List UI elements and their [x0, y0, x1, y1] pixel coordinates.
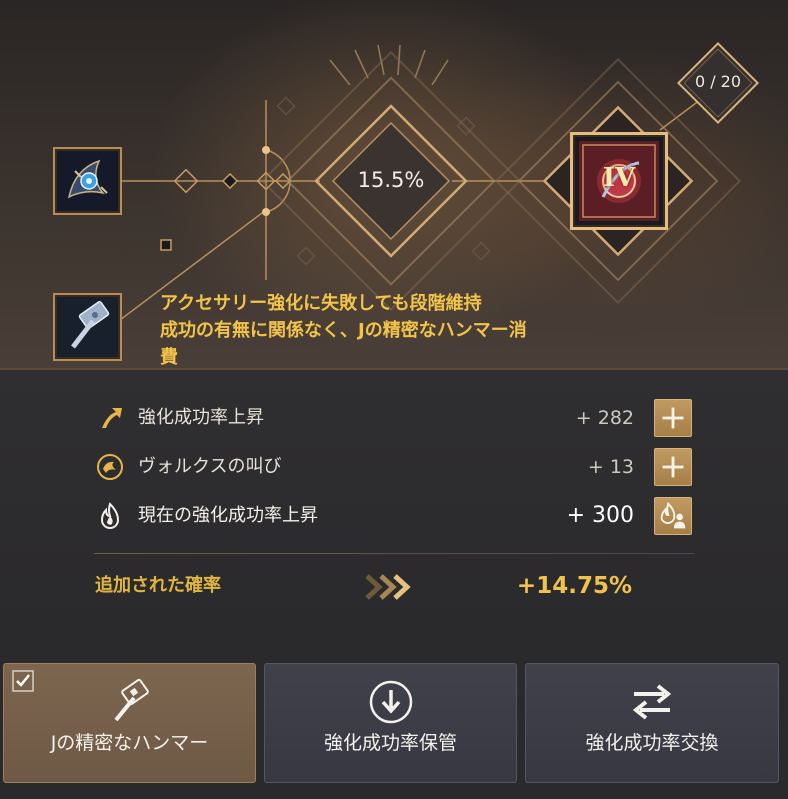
grade-badge: IV — [602, 163, 636, 193]
accessory-slot[interactable] — [53, 147, 122, 215]
hammer-item-icon — [57, 297, 118, 357]
rate-row-value: + 13 — [587, 456, 634, 478]
description-line: 成功の有無に関係なく、Jの精密なハンマー消 — [160, 320, 527, 341]
accessory-icon — [57, 151, 118, 211]
download-circle-icon — [369, 680, 412, 724]
attempt-counter: 0 / 20 — [694, 72, 742, 91]
button-label: Jの精密なハンマー — [50, 732, 209, 754]
rate-row-vorcus: ヴォルクスの叫び + 13 — [96, 447, 696, 487]
store-rate-button[interactable]: 強化成功率保管 — [264, 663, 517, 783]
rate-row-label: ヴォルクスの叫び — [138, 456, 282, 477]
checkbox-checked-icon[interactable] — [12, 670, 34, 692]
section-divider — [94, 553, 694, 554]
chevrons-icon — [365, 574, 411, 600]
plus-icon — [662, 407, 684, 429]
rate-row-enhance: 強化成功率上昇 + 282 — [96, 398, 696, 438]
result-item-slot[interactable]: IV — [570, 132, 668, 230]
rate-row-value: + 300 — [566, 503, 634, 528]
current-rate-button[interactable] — [654, 497, 692, 535]
add-vorcus-rate-button[interactable] — [654, 448, 692, 486]
success-rate-value: 15.5% — [357, 168, 425, 192]
hammer-slot[interactable] — [53, 293, 122, 361]
rate-row-value: + 282 — [575, 407, 634, 429]
rate-row-current: 現在の強化成功率上昇 + 300 — [96, 496, 696, 536]
flame-icon — [100, 502, 120, 529]
description-line: 費 — [160, 347, 178, 368]
precision-hammer-button[interactable]: Jの精密なハンマー — [3, 663, 256, 783]
exchange-rate-button[interactable]: 強化成功率交換 — [525, 663, 779, 783]
rate-row-label: 強化成功率上昇 — [138, 407, 264, 428]
hammer-icon — [113, 678, 149, 722]
button-label: 強化成功率保管 — [323, 732, 457, 754]
swap-arrows-icon — [632, 684, 672, 720]
rate-row-label: 現在の強化成功率上昇 — [138, 505, 318, 526]
added-rate-value: +14.75% — [516, 573, 632, 599]
button-label: 強化成功率交換 — [585, 732, 719, 754]
arrow-up-icon — [102, 408, 122, 428]
vorcus-emblem-icon — [97, 454, 123, 480]
added-rate-label: 追加された確率 — [95, 575, 221, 596]
item-description: アクセサリー強化に失敗しても段階維持 成功の有無に関係なく、Jの精密なハンマー消… — [160, 290, 630, 371]
flame-people-icon — [660, 501, 686, 529]
add-enhance-rate-button[interactable] — [654, 399, 692, 437]
plus-icon — [662, 456, 684, 478]
description-line: アクセサリー強化に失敗しても段階維持 — [160, 293, 482, 314]
